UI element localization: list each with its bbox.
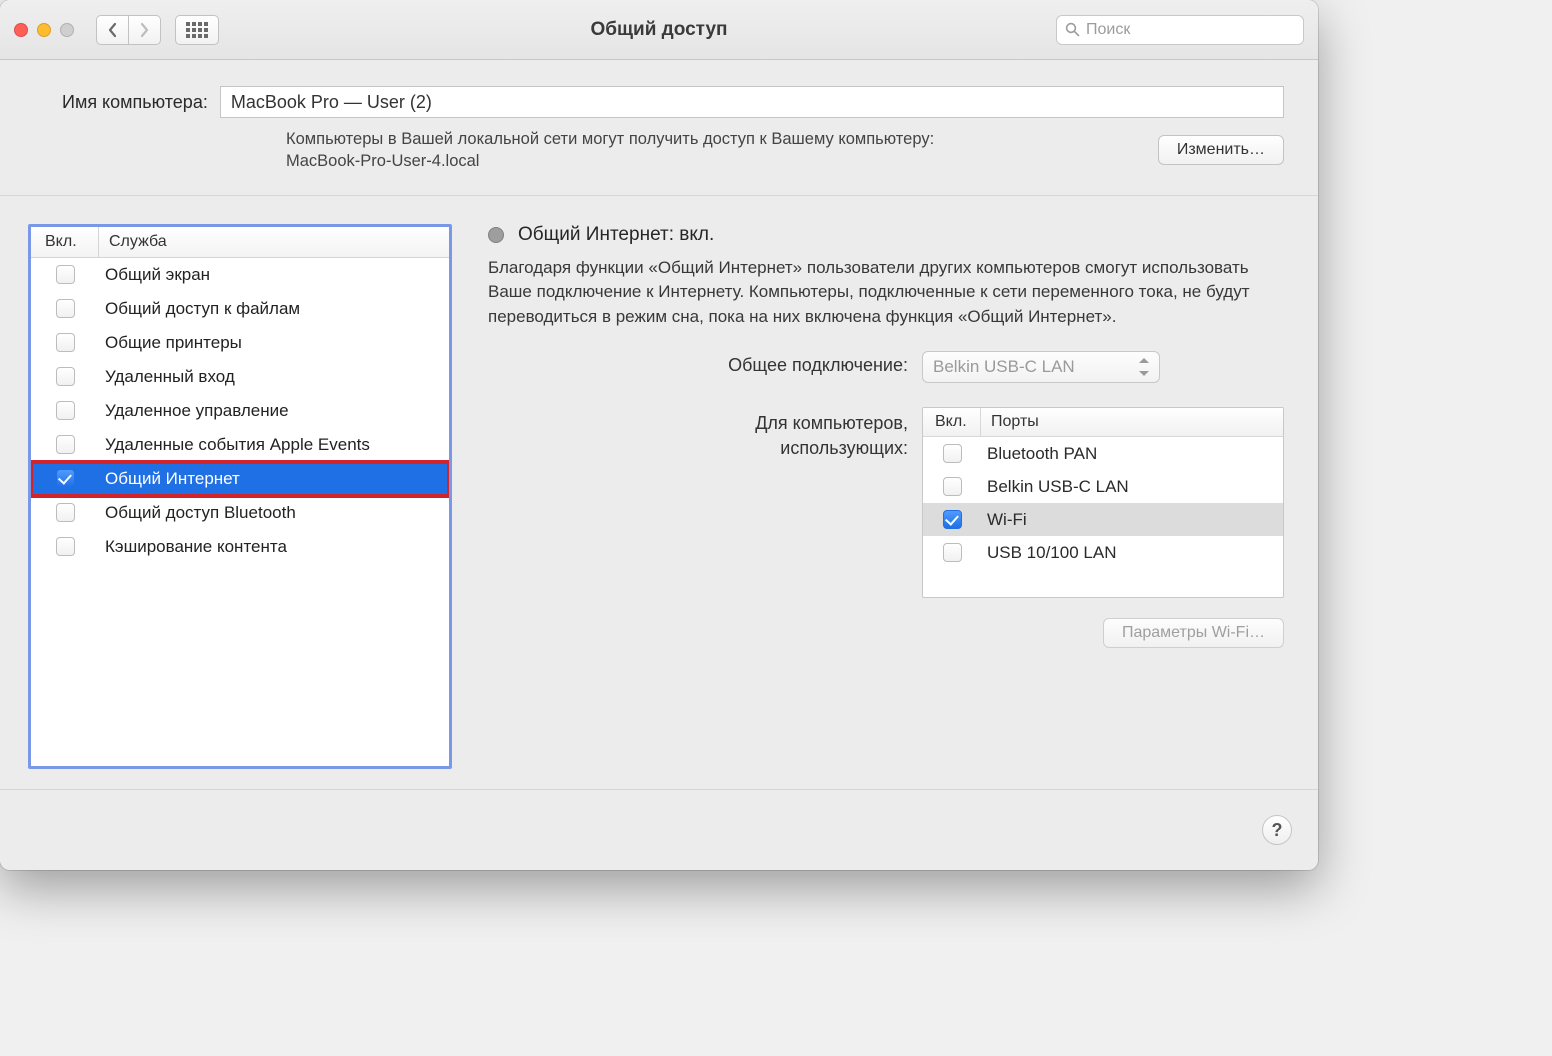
service-row[interactable]: Общий экран [31, 258, 449, 292]
computer-name-input[interactable] [220, 86, 1284, 118]
search-field[interactable] [1056, 15, 1304, 45]
service-checkbox[interactable] [56, 537, 75, 556]
service-row[interactable]: Общий доступ к файлам [31, 292, 449, 326]
service-description: Благодаря функции «Общий Интернет» польз… [488, 256, 1278, 330]
show-all-button[interactable] [175, 15, 219, 45]
services-header-on: Вкл. [31, 227, 99, 257]
port-name: Wi-Fi [981, 510, 1283, 530]
service-name: Кэширование контента [99, 537, 449, 557]
computer-name-label: Имя компьютера: [62, 92, 208, 113]
ports-label-line1: Для компьютеров, [755, 413, 908, 433]
service-checkbox[interactable] [56, 435, 75, 454]
minimize-window-button[interactable] [37, 23, 51, 37]
connection-label: Общее подключение: [488, 351, 908, 376]
service-row[interactable]: Общий Интернет [31, 462, 449, 496]
service-row[interactable]: Общие принтеры [31, 326, 449, 360]
wifi-options-button[interactable]: Параметры Wi-Fi… [1103, 618, 1284, 648]
port-checkbox[interactable] [943, 477, 962, 496]
service-checkbox[interactable] [56, 299, 75, 318]
port-name: USB 10/100 LAN [981, 543, 1283, 563]
help-button[interactable]: ? [1262, 815, 1292, 845]
service-row[interactable]: Общий доступ Bluetooth [31, 496, 449, 530]
service-row[interactable]: Удаленный вход [31, 360, 449, 394]
port-row[interactable]: Wi-Fi [923, 503, 1283, 536]
preferences-window: Общий доступ Имя компьютера: Компьютеры … [0, 0, 1318, 870]
port-row[interactable]: Bluetooth PAN [923, 437, 1283, 470]
ports-header: Вкл. Порты [923, 408, 1283, 437]
port-row[interactable]: Belkin USB-C LAN [923, 470, 1283, 503]
titlebar: Общий доступ [0, 0, 1318, 60]
service-checkbox[interactable] [56, 333, 75, 352]
status-text: Общий Интернет: вкл. [518, 224, 714, 246]
forward-button[interactable] [129, 15, 161, 45]
footer: ? [0, 790, 1318, 870]
nav-buttons [96, 15, 161, 45]
search-icon [1065, 22, 1080, 37]
service-name: Общий Интернет [99, 469, 449, 489]
ports-header-on: Вкл. [923, 408, 981, 436]
service-name: Общие принтеры [99, 333, 449, 353]
ports-header-port: Порты [981, 408, 1283, 436]
port-name: Belkin USB-C LAN [981, 477, 1283, 497]
service-name: Общий доступ к файлам [99, 299, 449, 319]
port-name: Bluetooth PAN [981, 444, 1283, 464]
service-checkbox[interactable] [56, 503, 75, 522]
grid-icon [186, 22, 208, 38]
port-checkbox[interactable] [943, 444, 962, 463]
traffic-lights [14, 23, 74, 37]
service-name: Удаленное управление [99, 401, 449, 421]
services-header: Вкл. Служба [31, 227, 449, 258]
computer-name-section: Имя компьютера: Компьютеры в Вашей локал… [0, 60, 1318, 196]
service-checkbox[interactable] [56, 401, 75, 420]
ports-label: Для компьютеров, использующих: [488, 407, 908, 460]
service-checkbox[interactable] [56, 367, 75, 386]
detail-pane: Общий Интернет: вкл. Благодаря функции «… [488, 224, 1284, 769]
zoom-window-button[interactable] [60, 23, 74, 37]
computer-name-subtext: Компьютеры в Вашей локальной сети могут … [286, 128, 986, 173]
chevron-right-icon [139, 22, 150, 38]
close-window-button[interactable] [14, 23, 28, 37]
services-list[interactable]: Вкл. Служба Общий экран Общий доступ к фа… [28, 224, 452, 769]
ports-label-line2: использующих: [780, 438, 908, 458]
services-header-service: Служба [99, 227, 449, 257]
port-checkbox[interactable] [943, 543, 962, 562]
status-row: Общий Интернет: вкл. [488, 224, 1284, 246]
service-checkbox[interactable] [56, 265, 75, 284]
service-name: Общий доступ Bluetooth [99, 503, 449, 523]
main-content: Вкл. Служба Общий экран Общий доступ к фа… [0, 196, 1318, 790]
status-indicator-icon [488, 227, 504, 243]
service-name: Удаленный вход [99, 367, 449, 387]
port-row[interactable]: USB 10/100 LAN [923, 536, 1283, 569]
service-row[interactable]: Кэширование контента [31, 530, 449, 564]
chevron-left-icon [107, 22, 118, 38]
chevron-updown-icon [1137, 358, 1149, 376]
connection-select[interactable]: Belkin USB-C LAN [922, 351, 1160, 383]
search-input[interactable] [1086, 21, 1295, 39]
service-name: Удаленные события Apple Events [99, 435, 449, 455]
service-row[interactable]: Удаленное управление [31, 394, 449, 428]
ports-list[interactable]: Вкл. Порты Bluetooth PAN Belkin USB-C LAN… [922, 407, 1284, 598]
connection-value: Belkin USB-C LAN [933, 357, 1075, 377]
back-button[interactable] [96, 15, 129, 45]
service-row[interactable]: Удаленные события Apple Events [31, 428, 449, 462]
service-checkbox[interactable] [56, 469, 75, 488]
service-name: Общий экран [99, 265, 449, 285]
port-checkbox[interactable] [943, 510, 962, 529]
edit-hostname-button[interactable]: Изменить… [1158, 135, 1284, 165]
